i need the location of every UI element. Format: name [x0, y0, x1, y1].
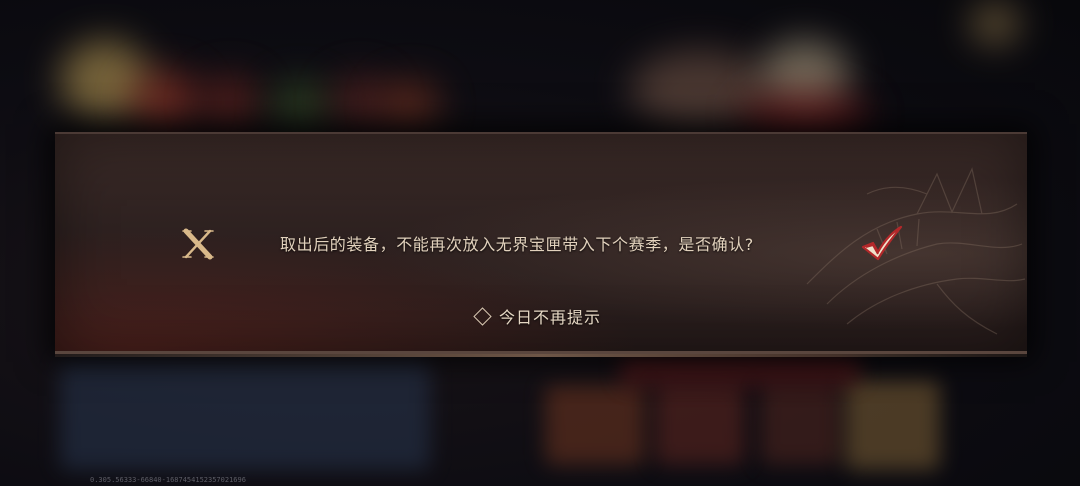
confirm-button[interactable]	[858, 224, 904, 264]
diamond-checkbox-icon[interactable]	[473, 306, 492, 326]
close-button[interactable]	[178, 224, 218, 264]
dont-show-today-toggle[interactable]: 今日不再提示	[472, 305, 601, 327]
version-text: 0.305.56333-66840-1687454152357021696	[90, 476, 246, 484]
dialog-message: 取出后的装备，不能再次放入无界宝匣带入下个赛季，是否确认?	[280, 235, 754, 254]
checkmark-icon	[861, 225, 903, 261]
x-close-icon	[182, 228, 214, 260]
dont-show-today-label: 今日不再提示	[499, 308, 602, 327]
